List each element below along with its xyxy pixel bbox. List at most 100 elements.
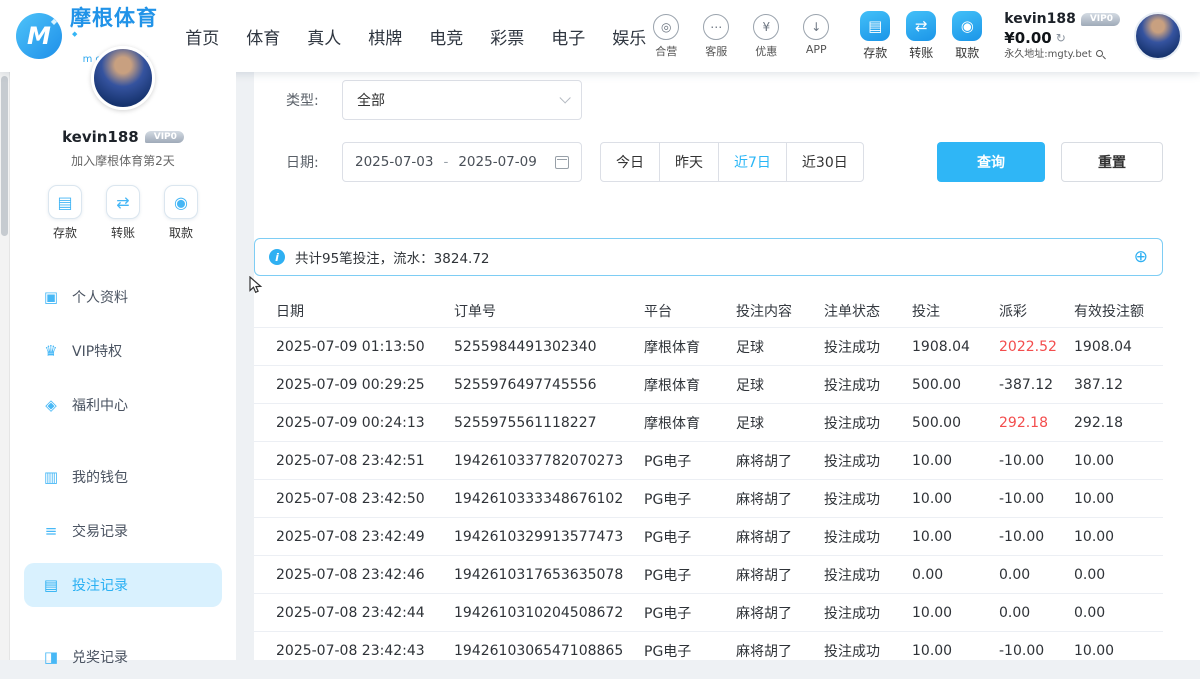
- sidebar-username: kevin188: [62, 128, 139, 146]
- sidebar-menu-item[interactable]: ▤ 投注记录: [24, 563, 222, 607]
- cell-valid-amount: 387.12: [1074, 377, 1163, 393]
- table-header-row: 日期 订单号 平台 投注内容 注单状态 投注 派彩 有效投注额: [254, 294, 1163, 328]
- cell-platform: 摩根体育: [644, 413, 736, 433]
- wallet-action-button[interactable]: ◉ 取款: [952, 11, 982, 61]
- cell-platform: PG电子: [644, 565, 736, 585]
- quick-link[interactable]: ↓ APP: [796, 14, 836, 59]
- sidebar-menu-item[interactable]: ≡ 交易记录: [24, 509, 222, 553]
- sidebar-wallet-actions: ▤ 存款 ⇄ 转账 ◉ 取款: [10, 185, 236, 241]
- table-row: 2025-07-08 23:42:44 1942610310204508672 …: [254, 594, 1163, 632]
- date-label: 日期:: [286, 152, 328, 172]
- cell-payout: 0.00: [999, 567, 1074, 583]
- cell-payout: 292.18: [999, 415, 1074, 431]
- cell-payout: -10.00: [999, 453, 1074, 469]
- cell-bet-content: 麻将胡了: [736, 565, 824, 585]
- wallet-actions: ▤ 存款 ⇄ 转账 ◉ 取款: [860, 11, 982, 61]
- cell-date: 2025-07-09 00:24:13: [276, 415, 454, 431]
- column-header: 派彩: [999, 301, 1074, 321]
- quick-link[interactable]: ⋯ 客服: [696, 14, 736, 59]
- nav-item[interactable]: 娱乐: [612, 24, 646, 49]
- nav-item[interactable]: 体育: [246, 24, 280, 49]
- redeem-records-icon: ◨: [42, 648, 60, 666]
- cell-platform: 摩根体育: [644, 375, 736, 395]
- wallet-action-button[interactable]: ▤ 存款: [860, 11, 890, 61]
- range-button[interactable]: 近7日: [718, 142, 787, 182]
- cell-order-number: 1942610310204508672: [454, 605, 644, 621]
- info-icon: i: [269, 249, 285, 265]
- cell-order-number: 1942610317653635078: [454, 567, 644, 583]
- main-nav: 首页 体育 真人 棋牌 电竞 彩票 电子 娱乐: [185, 24, 646, 49]
- type-select[interactable]: 全部: [342, 80, 582, 120]
- summary-text: 共计95笔投注，流水：3824.72: [295, 247, 490, 267]
- bet-records-icon: ▤: [42, 576, 60, 594]
- table-row: 2025-07-09 00:24:13 5255975561118227 摩根体…: [254, 404, 1163, 442]
- query-button[interactable]: 查询: [937, 142, 1045, 182]
- range-button[interactable]: 今日: [600, 142, 660, 182]
- sidebar-menu-item-label: 我的钱包: [72, 467, 128, 487]
- quick-link[interactable]: ¥ 优惠: [746, 14, 786, 59]
- cell-bet-amount: 500.00: [912, 377, 999, 393]
- magnifier-icon[interactable]: [1096, 50, 1107, 61]
- cell-bet-content: 麻将胡了: [736, 603, 824, 623]
- sidebar-menu-item[interactable]: ◨ 兑奖记录: [24, 635, 222, 679]
- nav-item[interactable]: 棋牌: [368, 24, 402, 49]
- profile-icon: ▣: [42, 288, 60, 306]
- sidebar-menu-item[interactable]: ◈ 福利中心: [24, 383, 222, 427]
- date-start-value: 2025-07-03: [355, 154, 433, 170]
- page: M ◆ 摩根体育 mgty.bet 首页 体育 真人 棋牌 电竞 彩票: [0, 0, 1200, 660]
- wallet-action-label: 存款: [863, 44, 887, 61]
- cell-valid-amount: 0.00: [1074, 605, 1163, 621]
- sidebar-menu-item-label: 投注记录: [72, 575, 128, 595]
- sidebar-wallet-action-label: 转账: [111, 224, 135, 241]
- cell-payout: 0.00: [999, 605, 1074, 621]
- calendar-icon: [555, 156, 569, 169]
- sidebar-menu-item[interactable]: ♛ VIP特权: [24, 329, 222, 373]
- cell-payout: -10.00: [999, 643, 1074, 659]
- cell-bet-content: 足球: [736, 337, 824, 357]
- cell-date: 2025-07-08 23:42:50: [276, 491, 454, 507]
- quick-range-group: 今日 昨天 近7日 近30日: [600, 142, 864, 182]
- quick-link[interactable]: ◎ 合营: [646, 14, 686, 59]
- cell-valid-amount: 10.00: [1074, 453, 1163, 469]
- sidebar-wallet-action-label: 取款: [169, 224, 193, 241]
- table-row: 2025-07-09 00:29:25 5255976497745556 摩根体…: [254, 366, 1163, 404]
- date-range-picker[interactable]: 2025-07-03 - 2025-07-09: [342, 142, 582, 182]
- refresh-balance-icon[interactable]: ↻: [1056, 31, 1066, 46]
- nav-item[interactable]: 彩票: [490, 24, 524, 49]
- sidebar-menu-item[interactable]: ▣ 个人资料: [24, 275, 222, 319]
- cell-status: 投注成功: [824, 641, 912, 661]
- cell-status: 投注成功: [824, 413, 912, 433]
- nav-item[interactable]: 首页: [185, 24, 219, 49]
- sidebar-avatar[interactable]: [91, 46, 155, 110]
- deposit-icon: ▤: [48, 185, 82, 219]
- cell-status: 投注成功: [824, 489, 912, 509]
- cell-order-number: 5255984491302340: [454, 339, 644, 355]
- sidebar-wallet-action-button[interactable]: ▤ 存款: [48, 185, 82, 241]
- range-button[interactable]: 近30日: [786, 142, 864, 182]
- table-row: 2025-07-08 23:42:46 1942610317653635078 …: [254, 556, 1163, 594]
- reset-button[interactable]: 重置: [1061, 142, 1163, 182]
- sidebar-wallet-action-button[interactable]: ⇄ 转账: [106, 185, 140, 241]
- sidebar-wallet-action-label: 存款: [53, 224, 77, 241]
- quick-link-label: 客服: [705, 43, 727, 59]
- cell-date: 2025-07-08 23:42:43: [276, 643, 454, 659]
- sidebar-wallet-action-button[interactable]: ◉ 取款: [164, 185, 198, 241]
- cell-platform: PG电子: [644, 641, 736, 661]
- avatar[interactable]: [1134, 12, 1182, 60]
- range-button[interactable]: 昨天: [659, 142, 719, 182]
- cell-valid-amount: 10.00: [1074, 529, 1163, 545]
- cell-status: 投注成功: [824, 451, 912, 471]
- logo-icon: M ◆: [16, 13, 62, 59]
- scrollbar-thumb[interactable]: [1, 76, 8, 236]
- sidebar-menu-item[interactable]: ▥ 我的钱包: [24, 455, 222, 499]
- expand-icon[interactable]: ⊕: [1134, 249, 1148, 266]
- nav-item[interactable]: 真人: [307, 24, 341, 49]
- top-navbar: M ◆ 摩根体育 mgty.bet 首页 体育 真人 棋牌 电竞 彩票: [0, 0, 1200, 72]
- nav-item[interactable]: 电竞: [429, 24, 463, 49]
- chevron-down-icon: [559, 92, 570, 103]
- transactions-icon: ≡: [42, 522, 60, 540]
- user-info: kevin188 VIP0 ¥0.00 ↻ 永久地址:mgty.bet: [1004, 11, 1120, 62]
- wallet-action-button[interactable]: ⇄ 转账: [906, 11, 936, 61]
- nav-item[interactable]: 电子: [551, 24, 585, 49]
- content-area: kevin188 VIP0 加入摩根体育第2天 ▤ 存款 ⇄ 转账: [0, 72, 1200, 660]
